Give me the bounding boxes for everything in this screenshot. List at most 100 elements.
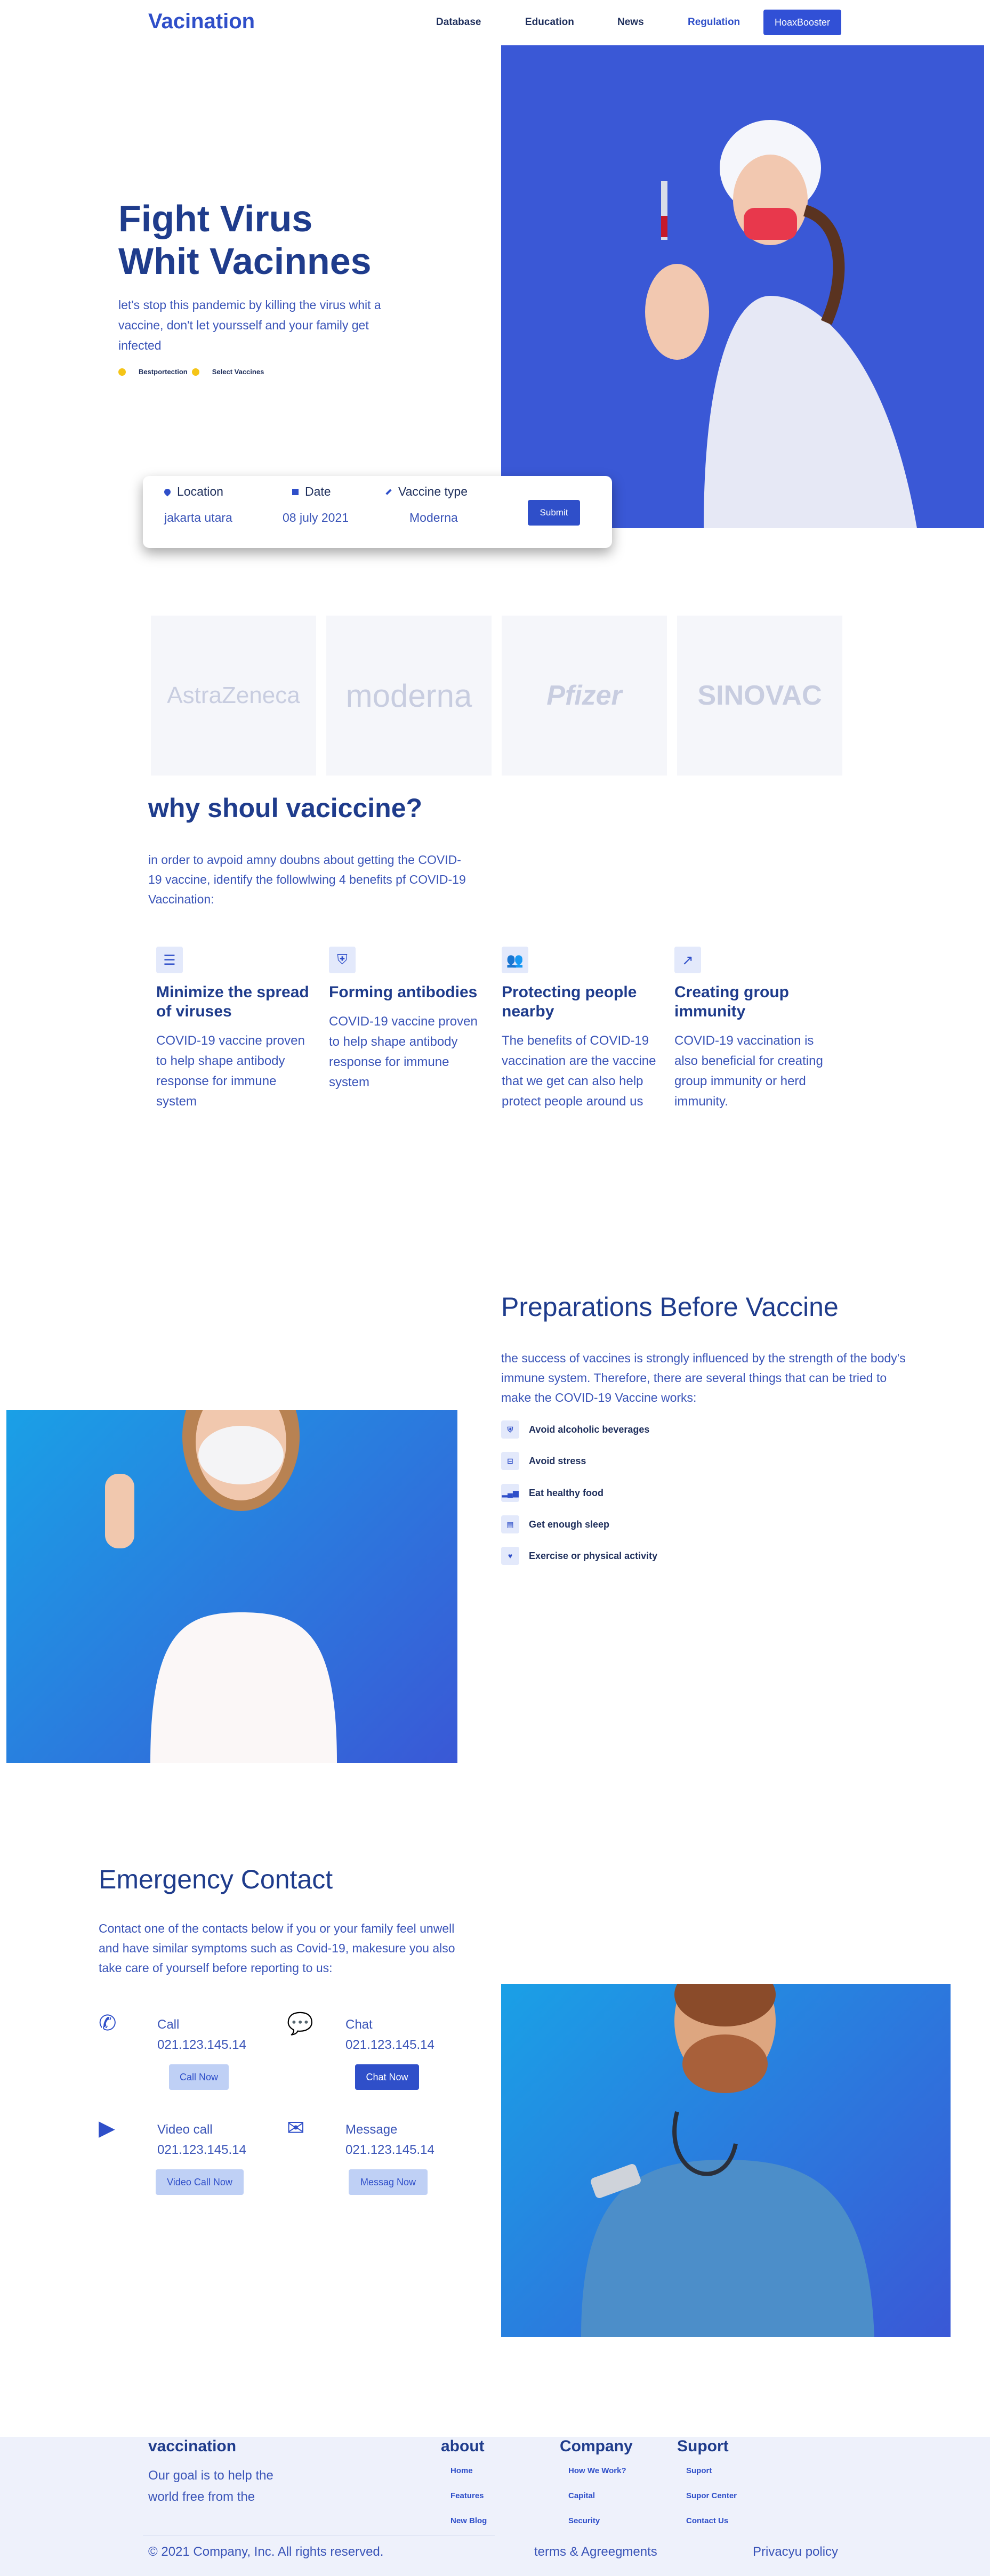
- location-label: Location: [163, 484, 223, 499]
- logo-sinovac: SINOVAC: [677, 616, 842, 776]
- trend-icon: ↗: [674, 947, 701, 973]
- nav-link-regulation[interactable]: Regulation: [688, 17, 740, 28]
- envelope-icon: ✉: [287, 2117, 305, 2140]
- footer-col-about: about: [441, 2437, 485, 2455]
- contact-number: 021.123.145.14: [157, 2038, 246, 2052]
- footer-col-suport: Suport: [677, 2437, 729, 2455]
- logo-sinovac-text: SINOVAC: [697, 680, 822, 711]
- shield-icon: ⛨: [501, 1420, 519, 1439]
- logo-pfizer-text: Pfizer: [546, 680, 622, 711]
- benefit-card: ☰ Minimize the spread of viruses COVID-1…: [156, 947, 311, 1112]
- benefit-card: ⛨ Forming antibodies COVID-19 vaccine pr…: [329, 947, 484, 1093]
- minus-box-icon: ⊟: [501, 1452, 519, 1470]
- location-pin-icon: [163, 487, 172, 496]
- contact-video: ▶ Video call 021.123.145.14 Video Call N…: [99, 2116, 259, 2201]
- list-icon: ☰: [156, 947, 183, 973]
- footer-link-how-we-work[interactable]: How We Work?: [568, 2466, 626, 2475]
- contact-number: 021.123.145.14: [345, 2038, 434, 2052]
- chat-now-button[interactable]: Chat Now: [355, 2064, 419, 2090]
- footer-col-company: Company: [560, 2437, 633, 2455]
- tag-select-vaccines[interactable]: Select Vaccines: [212, 368, 264, 376]
- logo-moderna: moderna: [326, 616, 492, 776]
- benefit-text: The benefits of COVID-19 vaccination are…: [502, 1033, 656, 1109]
- vaccine-type-label-text: Vaccine type: [398, 484, 468, 498]
- prep-item: ⛨ Avoid alcoholic beverages: [501, 1420, 649, 1439]
- prep-title: Preparations Before Vaccine: [501, 1292, 839, 1322]
- footer-brand: vaccination: [148, 2437, 237, 2455]
- heart-icon: ♥: [501, 1547, 519, 1565]
- vaccine-type-label: Vaccine type: [385, 484, 468, 499]
- clipboard-icon: ▤: [501, 1515, 519, 1533]
- contact-chat: 💬 Chat 021.123.145.14 Chat Now: [287, 2011, 447, 2096]
- logo-pfizer: Pfizer: [502, 616, 667, 776]
- contact-number: 021.123.145.14: [157, 2143, 246, 2157]
- contact-label: Call: [157, 2017, 180, 2032]
- location-label-text: Location: [177, 484, 223, 498]
- chat-icon: 💬: [287, 2012, 313, 2036]
- footer-link-contact-us[interactable]: Contact Us: [686, 2516, 728, 2525]
- brand-logo[interactable]: Vacination: [148, 10, 255, 34]
- hero-title-line1: Fight Virus: [118, 198, 313, 239]
- benefit-text: COVID-19 vaccine proven to help shape an…: [156, 1033, 305, 1109]
- prep-item-text: Get enough sleep: [529, 1519, 610, 1530]
- prep-item-text: Avoid alcoholic beverages: [529, 1424, 650, 1435]
- vaccine-search-card: Location jakarta utara Date 08 july 2021…: [143, 476, 612, 548]
- video-camera-icon: ▶: [99, 2117, 115, 2140]
- prep-item-text: Avoid stress: [529, 1455, 586, 1466]
- bar-chart-icon: ▂▄▆: [501, 1484, 519, 1502]
- emergency-text: Contact one of the contacts below if you…: [99, 1921, 455, 1975]
- benefit-card: ↗ Creating group immunity COVID-19 vacci…: [674, 947, 829, 1112]
- nav-link-database[interactable]: Database: [436, 17, 481, 28]
- benefit-title: Protecting people nearby: [502, 983, 637, 1020]
- contact-label: Video call: [157, 2122, 213, 2137]
- privacy-link[interactable]: Privacyu policy: [753, 2545, 838, 2559]
- hero-tags: Bestportection Select Vaccines: [118, 368, 264, 376]
- prep-item: ▤ Get enough sleep: [501, 1515, 609, 1533]
- hero-image: [501, 45, 984, 528]
- footer-link-supor-center[interactable]: Supor Center: [686, 2491, 737, 2500]
- emergency-title: Emergency Contact: [99, 1864, 333, 1894]
- prep-item-text: Eat healthy food: [529, 1487, 604, 1498]
- prep-item-text: Exercise or physical activity: [529, 1550, 658, 1561]
- footer-link-security[interactable]: Security: [568, 2516, 600, 2525]
- footer-link-features[interactable]: Features: [450, 2491, 484, 2500]
- hero-subtitle: let's stop this pandemic by killing the …: [118, 298, 381, 352]
- date-label: Date: [292, 484, 331, 499]
- doctor-with-syringe-illustration: [645, 120, 917, 528]
- footer-link-capital[interactable]: Capital: [568, 2491, 595, 2500]
- nav-link-education[interactable]: Education: [525, 17, 574, 28]
- benefit-title: Creating group immunity: [674, 983, 789, 1020]
- message-now-button[interactable]: Messag Now: [349, 2169, 428, 2195]
- prep-item: ⊟ Avoid stress: [501, 1452, 586, 1470]
- footer-link-suport[interactable]: Suport: [686, 2466, 712, 2475]
- doctor-image: [501, 1957, 951, 2337]
- date-field[interactable]: 08 july 2021: [283, 511, 349, 525]
- why-text: in order to avpoid amny doubns about get…: [148, 853, 466, 906]
- bullet-icon: [118, 368, 126, 376]
- people-icon: 👥: [502, 947, 528, 973]
- contact-call: ✆ Call 021.123.145.14 Call Now: [99, 2011, 259, 2096]
- contact-label: Chat: [345, 2017, 373, 2032]
- location-field[interactable]: jakarta utara: [164, 511, 232, 525]
- footer-link-new-blog[interactable]: New Blog: [450, 2516, 487, 2525]
- prep-item: ▂▄▆ Eat healthy food: [501, 1484, 603, 1502]
- contact-label: Message: [345, 2122, 398, 2137]
- benefit-text: COVID-19 vaccination is also beneficial …: [674, 1033, 823, 1109]
- benefit-card: 👥 Protecting people nearby The benefits …: [502, 947, 656, 1112]
- submit-button[interactable]: Submit: [528, 500, 580, 526]
- vaccine-type-field[interactable]: Moderna: [409, 511, 458, 525]
- hoaxbooster-button[interactable]: HoaxBooster: [763, 10, 841, 35]
- video-call-now-button[interactable]: Video Call Now: [156, 2169, 244, 2195]
- call-now-button[interactable]: Call Now: [169, 2064, 229, 2090]
- tag-bestprotection: Bestportection: [139, 368, 188, 376]
- prep-image: [6, 1362, 457, 1763]
- footer-link-home[interactable]: Home: [450, 2466, 473, 2475]
- date-label-text: Date: [305, 484, 331, 498]
- terms-link[interactable]: terms & Agreegments: [534, 2545, 657, 2559]
- contact-number: 021.123.145.14: [345, 2143, 434, 2157]
- benefit-title: Forming antibodies: [329, 983, 478, 1001]
- shield-icon: ⛨: [329, 947, 356, 973]
- benefit-text: COVID-19 vaccine proven to help shape an…: [329, 1014, 478, 1089]
- nav-link-news[interactable]: News: [617, 17, 644, 28]
- prep-item: ♥ Exercise or physical activity: [501, 1547, 657, 1565]
